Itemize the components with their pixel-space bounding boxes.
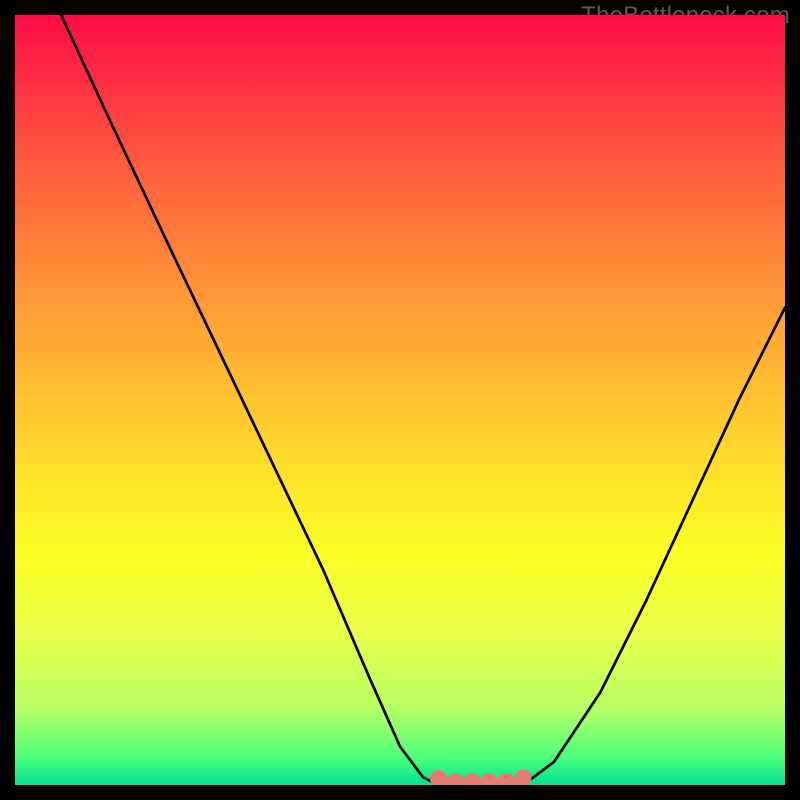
right-curve	[523, 308, 785, 785]
valley-dot	[430, 770, 447, 785]
valley-dot	[481, 773, 498, 785]
valley-dot	[498, 773, 515, 785]
curve-layer	[15, 15, 785, 785]
chart-stage: TheBottleneck.com	[0, 0, 800, 800]
valley-dot	[447, 773, 464, 785]
left-curve	[61, 15, 438, 785]
valley-dot	[515, 770, 532, 785]
plot-area	[15, 15, 785, 785]
valley-dot	[464, 773, 481, 785]
